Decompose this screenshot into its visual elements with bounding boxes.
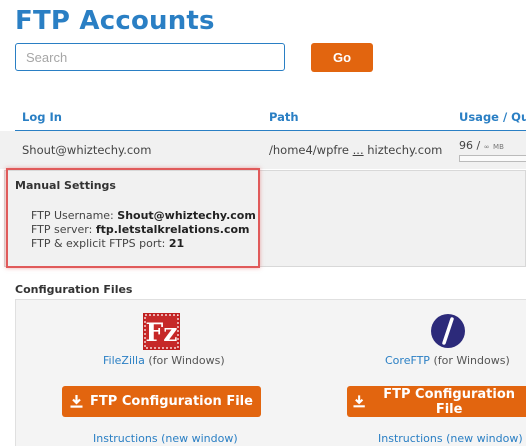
column-header-usage[interactable]: Usage / Quo <box>459 110 526 124</box>
usage-bar <box>459 155 526 162</box>
coreftp-suffix: (for Windows) <box>429 354 510 367</box>
filezilla-icon: Fz <box>143 313 180 350</box>
filezilla-config-button-label: FTP Configuration File <box>90 394 253 409</box>
path-end: hiztechy.com <box>367 143 443 157</box>
filezilla-link[interactable]: FileZilla <box>103 354 145 367</box>
path-ellipsis-link[interactable]: ... <box>353 143 364 157</box>
coreftp-config-button-label: FTP Configuration File <box>383 386 516 417</box>
search-input[interactable] <box>15 43 285 71</box>
go-button[interactable]: Go <box>311 43 373 72</box>
column-header-path[interactable]: Path <box>269 110 299 124</box>
download-icon <box>353 395 365 408</box>
filezilla-label: FileZilla (for Windows) <box>103 354 225 367</box>
filezilla-config-button[interactable]: FTP Configuration File <box>62 386 261 417</box>
usage-value: 96 / ∞ MB <box>459 139 504 152</box>
svg-text:Fz: Fz <box>146 318 178 347</box>
filezilla-instructions-link[interactable]: Instructions (new window) <box>93 432 238 445</box>
path-start: /home4/wpfre <box>269 143 349 157</box>
configuration-files-title: Configuration Files <box>15 283 133 296</box>
path-cell: /home4/wpfre ... hiztechy.com <box>269 143 442 157</box>
login-cell: Shout@whiztechy.com <box>22 143 152 157</box>
coreftp-instructions-link[interactable]: Instructions (new window) <box>378 432 523 445</box>
usage-number: 96 / <box>459 139 484 152</box>
coreftp-icon <box>431 314 465 348</box>
column-header-login[interactable]: Log In <box>22 110 62 124</box>
page-title: FTP Accounts <box>15 6 215 36</box>
download-icon <box>70 395 83 408</box>
filezilla-suffix: (for Windows) <box>144 354 225 367</box>
usage-infinity: ∞ <box>483 143 490 151</box>
highlight-box <box>6 168 260 268</box>
coreftp-label: CoreFTP (for Windows) <box>385 354 510 367</box>
usage-unit: MB <box>493 143 504 151</box>
coreftp-config-button[interactable]: FTP Configuration File <box>347 386 526 417</box>
coreftp-link[interactable]: CoreFTP <box>385 354 430 367</box>
